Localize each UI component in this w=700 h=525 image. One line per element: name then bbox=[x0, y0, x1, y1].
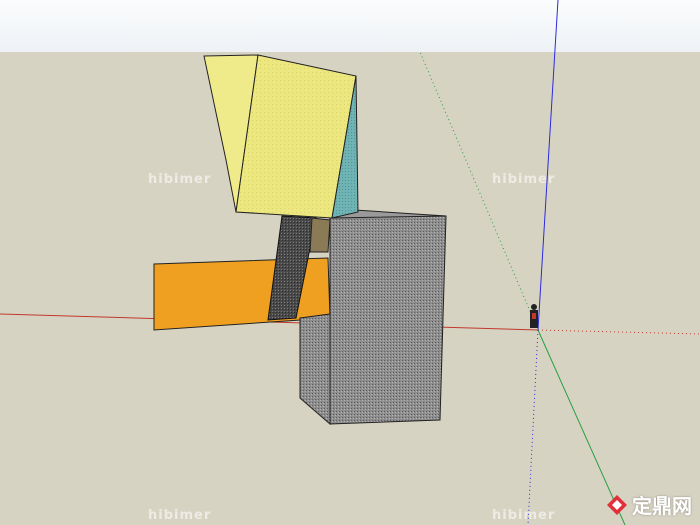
sketchup-viewport[interactable]: hibimer hibimer hibimer hibimer 定鼎网 bbox=[0, 0, 700, 525]
gray-stone-block[interactable] bbox=[329, 213, 447, 425]
model-scene[interactable] bbox=[0, 0, 700, 525]
logo-text: 定鼎网 bbox=[632, 494, 692, 518]
brown-connector[interactable] bbox=[309, 217, 331, 253]
watermark-text: hibimer bbox=[148, 508, 212, 523]
watermark-text: hibimer bbox=[148, 172, 212, 187]
watermark-text: hibimer bbox=[492, 508, 556, 523]
red-axis-dotted-line bbox=[537, 329, 700, 335]
scale-figure-icon bbox=[530, 304, 538, 328]
blue-axis-dotted-line bbox=[527, 329, 539, 525]
blue-axis-line bbox=[537, 0, 559, 331]
site-logo: 定鼎网 bbox=[606, 490, 692, 519]
diamond-logo-icon bbox=[607, 494, 627, 515]
watermark-text: hibimer bbox=[492, 172, 556, 187]
gray-block-lower[interactable] bbox=[299, 313, 331, 426]
